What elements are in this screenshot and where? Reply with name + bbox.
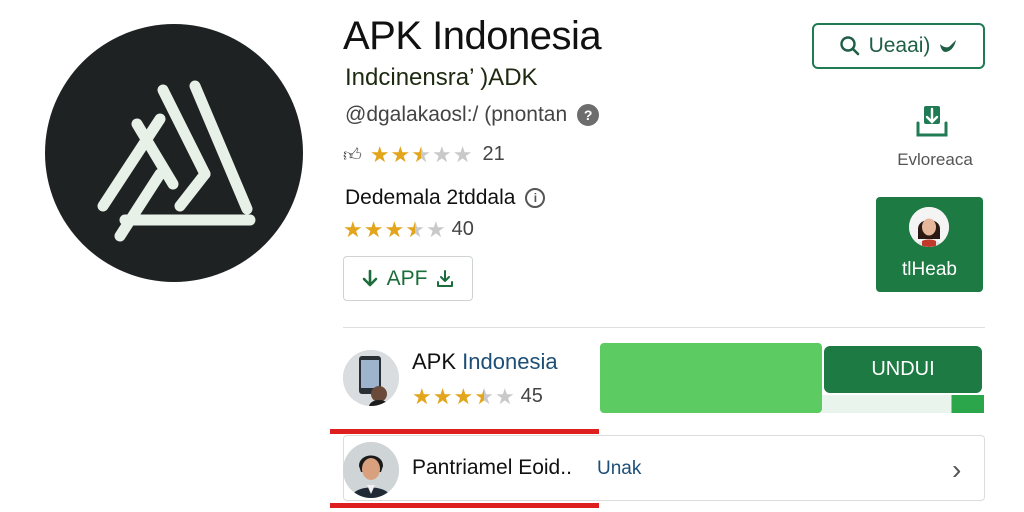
details-section-title: Dedemala 2tddala i (345, 186, 546, 210)
red-underline-row2 (330, 503, 599, 508)
green-progress-bar (600, 343, 822, 413)
list-item-avatar-phone (343, 350, 399, 406)
download-tray-icon (437, 269, 454, 287)
app-rating-value: 21 (482, 143, 505, 165)
search-icon (839, 36, 859, 56)
search-button-label: Ueaai) (868, 34, 931, 57)
star-full-icon: ★ (432, 383, 453, 409)
arrow-down-icon (362, 269, 377, 286)
star-empty-icon: ★ (425, 216, 446, 242)
list-item-title[interactable]: APK Indonesia (412, 349, 558, 375)
list-item-title-part2: Indonesia (462, 349, 558, 374)
list-item-star-rating: ★ ★ ★ ★ ★ (412, 383, 515, 409)
details-title-text: Dedemala 2tddala (345, 186, 516, 209)
developer-name[interactable]: @dgalakaosl:/ (pnontan (345, 103, 567, 127)
list-item-2-link[interactable]: Unak (597, 458, 641, 480)
app-subtitle: Indcinensra’ )ADK (345, 64, 538, 91)
apk-button-label: APF (386, 266, 428, 290)
list-item-rating-value: 45 (520, 385, 543, 407)
details-rating-row: ★ ★ ★ ★ ★ 40 (343, 218, 474, 241)
section-divider (343, 327, 985, 328)
star-full-icon: ★ (343, 216, 363, 242)
star-full-icon: ★ (412, 383, 432, 409)
user-profile-card[interactable]: tlHeab (876, 197, 983, 292)
user-card-label: tlHeab (902, 259, 957, 280)
apk-download-button[interactable]: APF (343, 256, 473, 301)
star-full-icon: ★ (390, 141, 411, 167)
download-icon (916, 106, 948, 137)
star-empty-icon: ★ (432, 141, 452, 167)
star-full-icon: ★ (369, 141, 390, 167)
star-half-icon: ★ (474, 383, 494, 409)
list-item-title-part1: APK (412, 349, 457, 374)
info-icon[interactable]: i (525, 188, 546, 208)
apk-logo-icon (97, 80, 256, 242)
thumbs-up-icon: 👍︎ (343, 144, 362, 165)
download-icon-button[interactable] (912, 103, 952, 139)
list-item-avatar-person (343, 442, 399, 498)
list-item-rating-row: ★ ★ ★ ★ ★ 45 (412, 385, 543, 408)
help-icon[interactable]: ? (577, 104, 600, 126)
star-full-icon: ★ (453, 383, 474, 409)
chevron-right-icon[interactable]: › (952, 456, 961, 484)
app-logo (45, 24, 303, 282)
star-half-icon: ★ (411, 141, 432, 167)
search-button[interactable]: Ueaai) (812, 23, 985, 69)
user-avatar (909, 207, 949, 247)
list-item-2-title[interactable]: Pantriamel Eoid.. (412, 456, 572, 480)
app-rating-row: 👍︎ ★ ★ ★ ★ ★ 21 (343, 143, 505, 166)
red-underline-row1 (330, 429, 599, 434)
developer-row: @dgalakaosl:/ (pnontan ? (345, 103, 600, 127)
star-full-icon: ★ (363, 216, 384, 242)
details-rating-value: 40 (451, 218, 474, 240)
star-empty-icon: ★ (494, 383, 515, 409)
download-caption: Evloreaca (897, 150, 973, 169)
unduh-button[interactable]: UNDUI (824, 346, 982, 393)
star-full-icon: ★ (384, 216, 405, 242)
app-title: APK Indonesia (343, 14, 602, 58)
star-half-icon: ★ (405, 216, 425, 242)
bird-icon (940, 40, 957, 52)
app-star-rating: ★ ★ ★ ★ ★ (369, 141, 473, 167)
green-bar-shadow (822, 395, 984, 413)
details-star-rating: ★ ★ ★ ★ ★ (343, 216, 446, 242)
star-empty-icon: ★ (452, 141, 473, 167)
